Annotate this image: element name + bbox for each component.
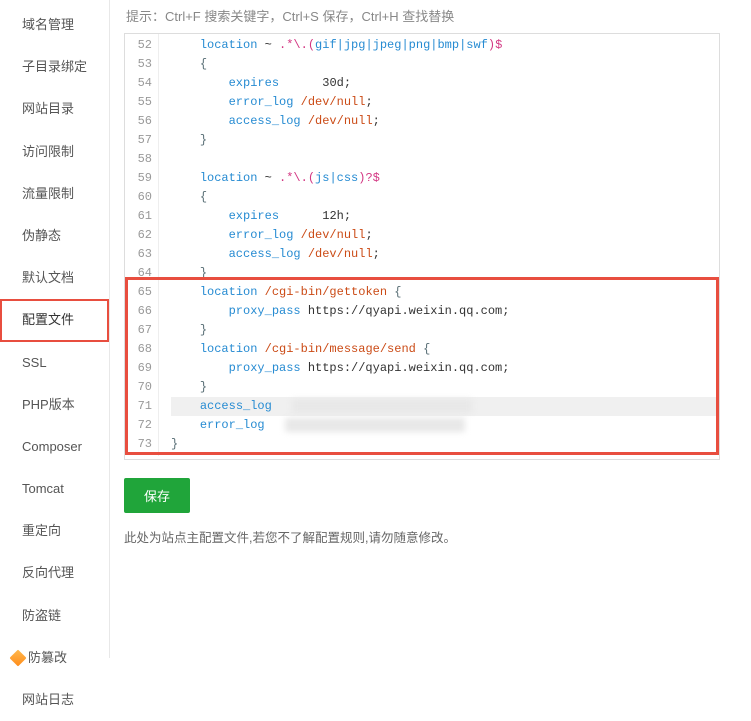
line-number: 54 bbox=[129, 74, 152, 93]
line-number: 57 bbox=[129, 131, 152, 150]
sidebar-item-composer[interactable]: Composer bbox=[0, 426, 109, 468]
line-number: 73 bbox=[129, 435, 152, 454]
sidebar-item-domain[interactable]: 域名管理 bbox=[0, 4, 109, 46]
sidebar-item-label: 重定向 bbox=[22, 523, 61, 538]
code-line[interactable]: access_log bbox=[171, 397, 719, 416]
code-line[interactable]: } bbox=[171, 378, 719, 397]
code-line[interactable]: location ~ .*\.(js|css)?$ bbox=[171, 169, 719, 188]
line-number: 67 bbox=[129, 321, 152, 340]
sidebar-item-label: SSL bbox=[22, 355, 47, 370]
code-line[interactable]: } bbox=[171, 435, 719, 454]
code-line[interactable]: location /cgi-bin/gettoken { bbox=[171, 283, 719, 302]
sidebar-item-tomcat[interactable]: Tomcat bbox=[0, 468, 109, 510]
line-number: 66 bbox=[129, 302, 152, 321]
sidebar-item-label: 网站日志 bbox=[22, 692, 74, 707]
code-area[interactable]: location ~ .*\.(gif|jpg|jpeg|png|bmp|swf… bbox=[159, 34, 719, 456]
sidebar-item-label: 子目录绑定 bbox=[22, 59, 87, 74]
sidebar-item-label: 防盗链 bbox=[22, 608, 61, 623]
line-number: 68 bbox=[129, 340, 152, 359]
line-number: 60 bbox=[129, 188, 152, 207]
line-number: 53 bbox=[129, 55, 152, 74]
line-gutter: 5253545556575859606162636465666768697071… bbox=[125, 34, 159, 456]
line-number: 69 bbox=[129, 359, 152, 378]
line-number: 58 bbox=[129, 150, 152, 169]
sidebar-item-redirect[interactable]: 重定向 bbox=[0, 510, 109, 552]
code-line[interactable]: } bbox=[171, 321, 719, 340]
sidebar-item-label: 网站目录 bbox=[22, 101, 74, 116]
line-number: 59 bbox=[129, 169, 152, 188]
line-number: 65 bbox=[129, 283, 152, 302]
sidebar-item-ssl[interactable]: SSL bbox=[0, 342, 109, 384]
sidebar-item-php[interactable]: PHP版本 bbox=[0, 384, 109, 426]
sidebar-item-traffic[interactable]: 流量限制 bbox=[0, 173, 109, 215]
code-line[interactable]: access_log /dev/null; bbox=[171, 112, 719, 131]
sidebar: 域名管理子目录绑定网站目录访问限制流量限制伪静态默认文档配置文件 SSL PHP版本… bbox=[0, 0, 110, 658]
code-editor[interactable]: 5253545556575859606162636465666768697071… bbox=[124, 33, 720, 460]
code-line[interactable] bbox=[171, 150, 719, 169]
sidebar-item-proxy[interactable]: 反向代理 bbox=[0, 552, 109, 594]
line-number: 55 bbox=[129, 93, 152, 112]
sidebar-item-label: 访问限制 bbox=[22, 144, 74, 159]
sidebar-item-webdir[interactable]: 网站目录 bbox=[0, 88, 109, 130]
line-number: 61 bbox=[129, 207, 152, 226]
sidebar-item-label: 配置文件 bbox=[22, 312, 74, 327]
sidebar-item-access[interactable]: 访问限制 bbox=[0, 131, 109, 173]
redacted-text bbox=[285, 418, 465, 432]
code-line[interactable]: error_log /dev/null; bbox=[171, 93, 719, 112]
line-number: 63 bbox=[129, 245, 152, 264]
line-number: 56 bbox=[129, 112, 152, 131]
line-number: 64 bbox=[129, 264, 152, 283]
code-line[interactable]: proxy_pass https://qyapi.weixin.qq.com; bbox=[171, 359, 719, 378]
main-panel: 提示：Ctrl+F 搜索关键字，Ctrl+S 保存，Ctrl+H 查找替换 52… bbox=[110, 0, 751, 658]
line-number: 70 bbox=[129, 378, 152, 397]
code-line[interactable]: { bbox=[171, 55, 719, 74]
sidebar-item-label: 默认文档 bbox=[22, 270, 74, 285]
code-line[interactable]: } bbox=[171, 264, 719, 283]
code-line[interactable]: location ~ .*\.(gif|jpg|jpeg|png|bmp|swf… bbox=[171, 36, 719, 55]
line-number: 52 bbox=[129, 36, 152, 55]
sidebar-item-label: 反向代理 bbox=[22, 565, 74, 580]
line-number: 72 bbox=[129, 416, 152, 435]
code-line[interactable]: proxy_pass https://qyapi.weixin.qq.com; bbox=[171, 302, 719, 321]
sidebar-item-label: PHP版本 bbox=[22, 397, 75, 412]
sidebar-item-label: 域名管理 bbox=[22, 17, 74, 32]
code-line[interactable]: { bbox=[171, 188, 719, 207]
sidebar-item-log[interactable]: 网站日志 bbox=[0, 679, 109, 721]
code-line[interactable]: access_log /dev/null; bbox=[171, 245, 719, 264]
sidebar-item-hotlink[interactable]: 防盗链 bbox=[0, 595, 109, 637]
hint-text: 提示：Ctrl+F 搜索关键字，Ctrl+S 保存，Ctrl+H 查找替换 bbox=[124, 6, 751, 25]
sidebar-item-subdir[interactable]: 子目录绑定 bbox=[0, 46, 109, 88]
sidebar-item-label: 伪静态 bbox=[22, 228, 61, 243]
sidebar-item-label: 流量限制 bbox=[22, 186, 74, 201]
line-number: 71 bbox=[129, 397, 152, 416]
sidebar-item-rewrite[interactable]: 伪静态 bbox=[0, 215, 109, 257]
warning-note: 此处为站点主配置文件,若您不了解配置规则,请勿随意修改。 bbox=[124, 527, 751, 546]
code-line[interactable]: location /cgi-bin/message/send { bbox=[171, 340, 719, 359]
code-line[interactable]: error_log bbox=[171, 416, 719, 435]
line-number: 62 bbox=[129, 226, 152, 245]
redacted-text bbox=[292, 399, 472, 413]
sidebar-item-defaultdoc[interactable]: 默认文档 bbox=[0, 257, 109, 299]
code-line[interactable]: expires 12h; bbox=[171, 207, 719, 226]
sidebar-item-label: Composer bbox=[22, 439, 82, 454]
code-line[interactable]: error_log /dev/null; bbox=[171, 226, 719, 245]
code-line[interactable]: } bbox=[171, 131, 719, 150]
sidebar-item-config[interactable]: 配置文件 bbox=[0, 299, 109, 341]
code-line[interactable]: expires 30d; bbox=[171, 74, 719, 93]
save-button[interactable]: 保存 bbox=[124, 478, 190, 513]
sidebar-item-label: Tomcat bbox=[22, 481, 64, 496]
